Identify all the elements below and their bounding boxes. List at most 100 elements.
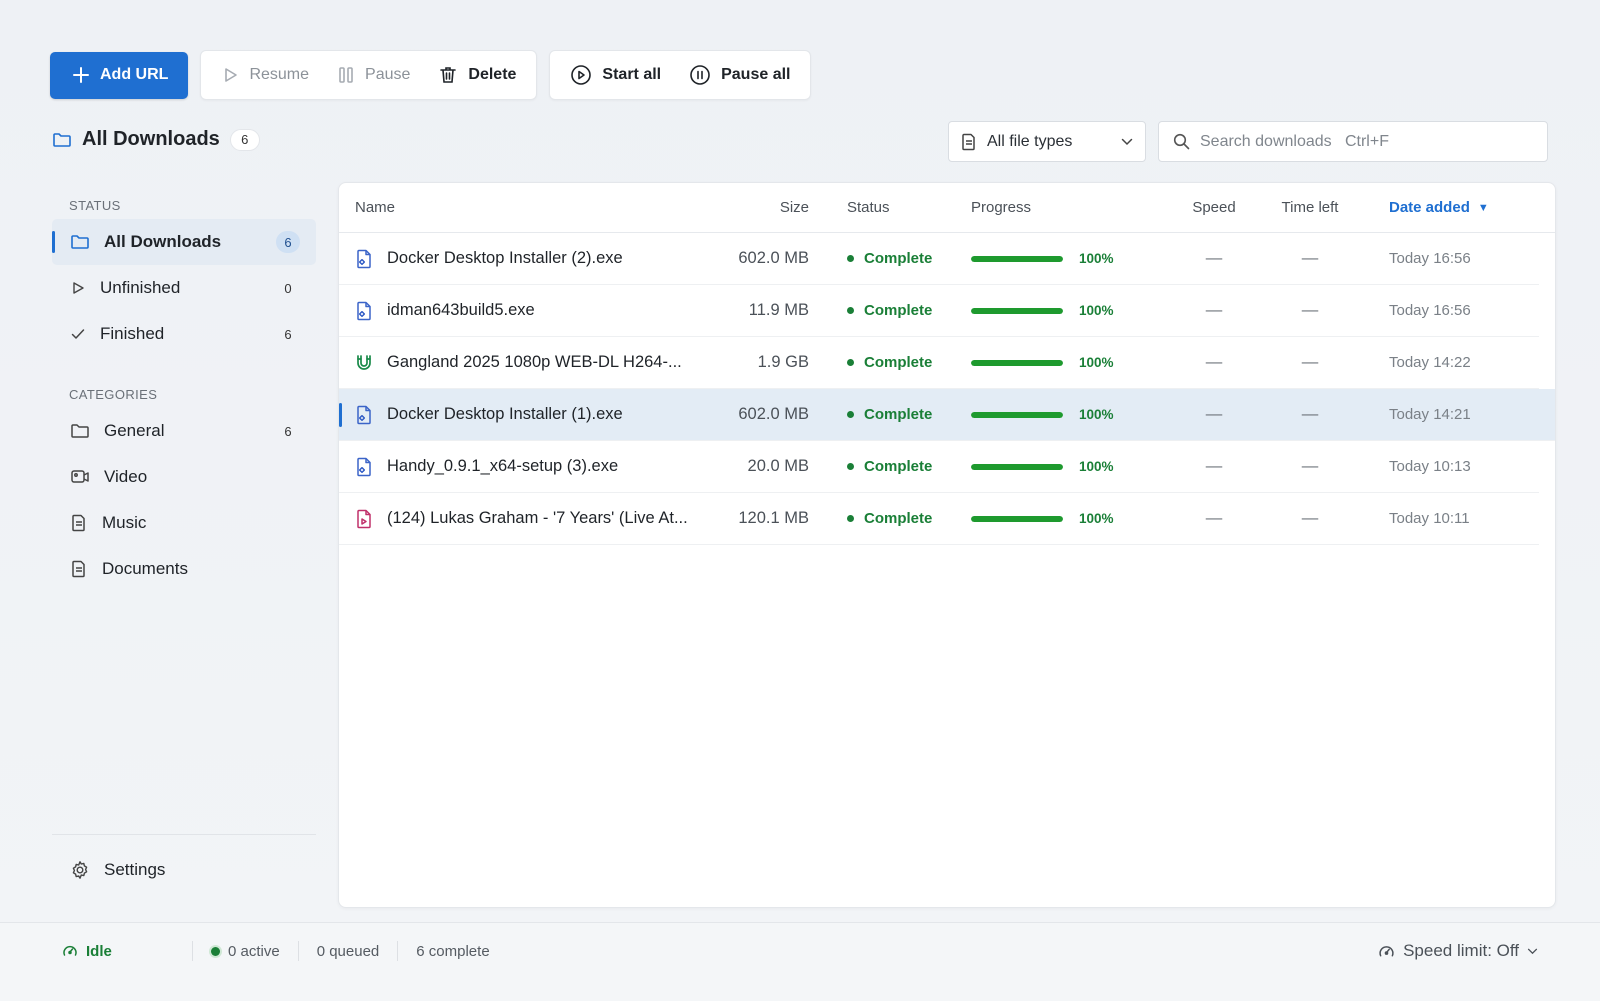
pause-label: Pause [365,66,411,83]
sidebar-item-video[interactable]: Video [52,454,316,500]
queued-count-label: 0 queued [316,942,380,960]
global-actions-group: Start all Pause all [549,50,812,100]
pause-all-button[interactable]: Pause all [675,55,804,95]
progress-fill [971,255,1063,262]
cell-size: 1.9 GB [757,353,809,371]
program-file-icon [355,249,373,269]
sidebar-item-all-downloads[interactable]: All Downloads 6 [52,219,316,265]
status-label: Complete [864,510,933,527]
search-input[interactable] [1200,132,1533,151]
folder-icon [70,422,90,440]
add-url-button[interactable]: Add URL [50,51,189,99]
table-row[interactable]: Docker Desktop Installer (1).exe 602.0 M… [339,389,1555,441]
resume-label: Resume [249,66,310,83]
file-name: (124) Lukas Graham - '7 Years' (Live At.… [387,509,688,527]
sidebar-item-general[interactable]: General 6 [52,408,316,454]
cell-progress: 100% [965,251,1173,266]
table-row[interactable]: Handy_0.9.1_x64-setup (3).exe 20.0 MB Co… [339,441,1539,493]
column-header-name[interactable]: Name [339,199,721,216]
sidebar-item-finished[interactable]: Finished 6 [52,311,316,357]
categories-section-label: CATEGORIES [69,387,158,402]
cell-time-left: — [1301,509,1319,527]
column-header-progress[interactable]: Progress [965,199,1173,216]
delete-label: Delete [468,66,517,83]
status-dot [847,515,854,522]
status-label: Complete [864,406,933,423]
magnet-icon [355,353,373,373]
cell-date-added: Today 10:11 [1389,510,1470,527]
add-url-label: Add URL [100,66,169,83]
column-header-speed[interactable]: Speed [1173,199,1255,216]
sidebar-item-unfinished[interactable]: Unfinished 0 [52,265,316,311]
cell-name: Docker Desktop Installer (1).exe [339,405,721,425]
play-icon [221,66,239,84]
item-actions-group: Resume Pause Delete [200,50,538,100]
progress-fill [971,411,1063,418]
active-count-label: 0 active [228,942,280,960]
start-all-label: Start all [602,66,662,83]
sidebar-item-documents[interactable]: Documents [52,546,316,592]
file-name: Docker Desktop Installer (1).exe [387,405,623,423]
sidebar-item-label: Unfinished [100,278,181,297]
cell-progress: 100% [965,407,1173,422]
table-row[interactable]: Docker Desktop Installer (2).exe 602.0 M… [339,233,1539,285]
plus-icon [72,66,90,84]
engine-state-label: Idle [86,942,112,960]
downloads-table: Name Size Status Progress Speed Time lef… [338,182,1556,908]
column-header-time-left[interactable]: Time left [1255,199,1365,216]
progress-percent: 100% [1079,511,1114,526]
cell-progress: 100% [965,511,1173,526]
program-file-icon [355,457,373,477]
resume-button[interactable]: Resume [207,55,323,95]
cell-status: Complete [809,458,965,475]
sidebar-item-label: Finished [100,324,165,343]
cell-size: 602.0 MB [738,249,809,267]
speed-limit-dropdown[interactable]: Speed limit: Off [1378,941,1538,961]
status-label: Complete [864,458,933,475]
complete-count: 6 complete [397,941,507,961]
page-count-badge: 6 [229,128,260,151]
trash-icon [438,65,458,85]
sidebar-item-count: 0 [284,280,292,296]
folder-icon [52,131,72,149]
table-row[interactable]: Gangland 2025 1080p WEB-DL H264-... 1.9 … [339,337,1539,389]
page-title: All Downloads [82,128,220,150]
table-row[interactable]: idman643build5.exe 11.9 MB Complete 100%… [339,285,1539,337]
pause-all-label: Pause all [721,66,791,83]
file-name: Docker Desktop Installer (2).exe [387,249,623,267]
column-header-date-added[interactable]: Date added ▼ [1365,199,1525,216]
cell-status: Complete [809,302,965,319]
table-row[interactable]: (124) Lukas Graham - '7 Years' (Live At.… [339,493,1539,545]
cell-name: idman643build5.exe [339,301,721,321]
start-all-button[interactable]: Start all [556,55,675,95]
file-type-filter[interactable]: All file types [948,121,1146,162]
settings-button[interactable]: Settings [52,847,316,893]
cell-time-left: — [1301,301,1319,319]
settings-label: Settings [104,860,166,879]
column-header-size[interactable]: Size [721,199,809,216]
speed-limit-label: Speed limit: Off [1403,941,1519,960]
progress-percent: 100% [1079,251,1114,266]
cell-speed: — [1205,457,1223,475]
cell-size: 602.0 MB [738,405,809,423]
pause-button[interactable]: Pause [323,55,424,95]
column-header-status[interactable]: Status [809,199,965,216]
progress-bar [971,515,1063,522]
cell-size: 120.1 MB [738,509,809,527]
search-icon [1173,133,1190,150]
sidebar-settings: Settings [52,847,316,893]
table-body: Docker Desktop Installer (2).exe 602.0 M… [339,233,1555,545]
cell-date-added: Today 10:13 [1389,458,1471,475]
progress-percent: 100% [1079,355,1114,370]
status-dot [847,411,854,418]
cell-name: Gangland 2025 1080p WEB-DL H264-... [339,353,721,373]
complete-count-label: 6 complete [416,942,490,960]
cell-date-added: Today 16:56 [1389,250,1471,267]
status-label: Complete [864,354,933,371]
delete-button[interactable]: Delete [424,55,530,95]
cell-date-added: Today 14:21 [1389,406,1471,423]
sidebar-item-music[interactable]: Music [52,500,316,546]
status-dot [847,255,854,262]
progress-bar [971,411,1063,418]
cell-progress: 100% [965,303,1173,318]
